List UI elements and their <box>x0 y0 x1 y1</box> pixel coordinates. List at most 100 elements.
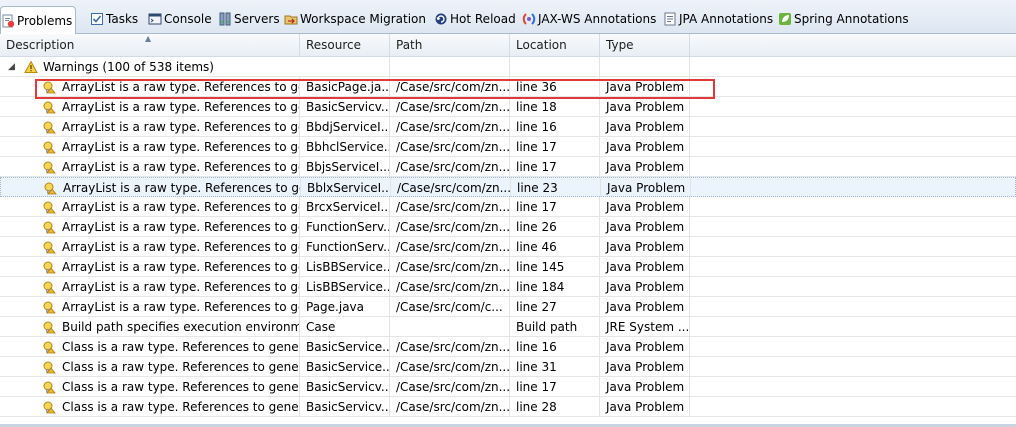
table-row[interactable]: ArrayList is a raw type. References to g… <box>0 157 1016 177</box>
type-cell: Java Problem <box>600 97 690 116</box>
warning-lightbulb-icon <box>42 400 56 414</box>
description-text: ArrayList is a raw type. References to g… <box>62 100 299 114</box>
description-text: ArrayList is a raw type. References to g… <box>62 280 299 294</box>
location-cell: line 17 <box>510 377 600 396</box>
workspace-migration-icon <box>284 12 298 26</box>
tab-jpa-annotations[interactable]: JPA Annotations <box>663 8 773 30</box>
location-cell: line 31 <box>510 357 600 376</box>
description-cell: ArrayList is a raw type. References to g… <box>0 217 300 236</box>
tab-label: Servers <box>234 12 280 26</box>
column-label: Path <box>396 38 423 52</box>
location-cell: line 145 <box>510 257 600 276</box>
column-header-path[interactable]: Path <box>390 34 510 56</box>
table-row[interactable]: ArrayList is a raw type. References to g… <box>0 277 1016 297</box>
view-tab-bar: Problems Tasks Console Servers Workspace… <box>0 0 1016 34</box>
table-row[interactable]: Class is a raw type. References to gener… <box>0 397 1016 417</box>
column-header-location[interactable]: Location <box>510 34 600 56</box>
type-cell: Java Problem <box>600 237 690 256</box>
path-cell: /Case/src/com/zn... <box>390 117 510 136</box>
resource-cell: BasicPage.ja... <box>300 77 390 96</box>
type-cell: Java Problem <box>600 377 690 396</box>
table-row[interactable]: Class is a raw type. References to gener… <box>0 357 1016 377</box>
resource-cell: BasicService... <box>300 357 390 376</box>
location-cell: line 184 <box>510 277 600 296</box>
table-row[interactable]: Class is a raw type. References to gener… <box>0 337 1016 357</box>
path-cell: /Case/src/com/zn... <box>390 257 510 276</box>
description-text: ArrayList is a raw type. References to g… <box>62 200 299 214</box>
expand-collapse-icon[interactable]: ◢ <box>8 57 15 77</box>
table-row[interactable]: ArrayList is a raw type. References to g… <box>0 217 1016 237</box>
type-cell: Java Problem <box>600 297 690 316</box>
type-cell: Java Problem <box>600 77 690 96</box>
description-text: ArrayList is a raw type. References to g… <box>62 260 299 274</box>
tab-label: Spring Annotations <box>794 12 909 26</box>
table-header: Description ▲ Resource Path Location Typ… <box>0 34 1016 57</box>
description-cell: Class is a raw type. References to gener… <box>0 377 300 396</box>
empty-cell <box>300 57 390 76</box>
path-cell <box>390 317 510 336</box>
tab-hot-reload[interactable]: Hot Reload <box>434 8 516 30</box>
description-text: ArrayList is a raw type. References to g… <box>62 120 299 134</box>
tab-jaxws-annotations[interactable]: JAX-WS Annotations <box>522 8 656 30</box>
description-cell: ArrayList is a raw type. References to g… <box>0 257 300 276</box>
type-cell: Java Problem <box>600 277 690 296</box>
table-row[interactable]: Class is a raw type. References to gener… <box>0 377 1016 397</box>
empty-cell <box>510 57 600 76</box>
column-header-type[interactable]: Type <box>600 34 690 56</box>
description-text: ArrayList is a raw type. References to g… <box>62 140 299 154</box>
table-row[interactable]: ArrayList is a raw type. References to g… <box>0 257 1016 277</box>
description-cell: ArrayList is a raw type. References to g… <box>0 197 300 216</box>
description-text: Class is a raw type. References to gener… <box>62 380 299 394</box>
table-row[interactable]: ArrayList is a raw type. References to g… <box>0 117 1016 137</box>
table-row[interactable]: ArrayList is a raw type. References to g… <box>0 137 1016 157</box>
table-row[interactable]: ArrayList is a raw type. References to g… <box>0 237 1016 257</box>
warning-lightbulb-icon <box>43 181 57 195</box>
problems-table: ◢ Warnings (100 of 538 items) ArrayList … <box>0 57 1016 427</box>
hot-reload-icon <box>434 12 448 26</box>
tab-console[interactable]: Console <box>148 8 212 30</box>
location-cell: line 26 <box>510 217 600 236</box>
location-cell: line 17 <box>510 137 600 156</box>
description-cell: ArrayList is a raw type. References to g… <box>0 297 300 316</box>
tab-spring-annotations[interactable]: Spring Annotations <box>778 8 909 30</box>
type-cell: Java Problem <box>600 217 690 236</box>
path-cell: /Case/src/com/zn... <box>390 357 510 376</box>
column-header-resource[interactable]: Resource <box>300 34 390 56</box>
description-cell: ArrayList is a raw type. References to g… <box>0 157 300 176</box>
column-label: Resource <box>306 38 362 52</box>
location-cell: line 27 <box>510 297 600 316</box>
tab-servers[interactable]: Servers <box>218 8 280 30</box>
jpa-icon <box>663 12 677 26</box>
table-row[interactable]: ArrayList is a raw type. References to g… <box>0 177 1016 197</box>
location-cell: line 36 <box>510 77 600 96</box>
empty-cell <box>600 57 690 76</box>
column-header-description[interactable]: Description ▲ <box>0 34 300 56</box>
path-cell: /Case/src/com/zn... <box>390 277 510 296</box>
tab-problems[interactable]: Problems <box>0 6 76 34</box>
tab-tasks[interactable]: Tasks <box>90 8 138 30</box>
tab-label: Problems <box>17 13 73 28</box>
resource-cell: BasicServicv... <box>300 377 390 396</box>
table-row[interactable]: ArrayList is a raw type. References to g… <box>0 77 1016 97</box>
path-cell: /Case/src/com/zn... <box>390 337 510 356</box>
resource-cell: LisBBService... <box>300 257 390 276</box>
table-row[interactable]: Build path specifies execution environme… <box>0 317 1016 337</box>
type-cell: Java Problem <box>600 137 690 156</box>
tab-workspace-migration[interactable]: Workspace Migration <box>284 8 426 30</box>
table-row[interactable]: ArrayList is a raw type. References to g… <box>0 97 1016 117</box>
empty-cell <box>390 57 510 76</box>
description-text: ArrayList is a raw type. References to g… <box>62 80 299 94</box>
path-cell: /Case/src/com/zn... <box>390 97 510 116</box>
group-row-warnings[interactable]: ◢ Warnings (100 of 538 items) <box>0 57 1016 77</box>
table-row[interactable]: ArrayList is a raw type. References to g… <box>0 297 1016 317</box>
location-cell: line 18 <box>510 97 600 116</box>
path-cell: /Case/src/com/zn... <box>390 157 510 176</box>
table-row[interactable]: ArrayList is a raw type. References to g… <box>0 197 1016 217</box>
warning-lightbulb-icon <box>42 340 56 354</box>
warning-lightbulb-icon <box>42 140 56 154</box>
location-cell: line 17 <box>510 157 600 176</box>
description-text: Build path specifies execution environme… <box>62 320 300 334</box>
sort-ascending-icon: ▲ <box>145 34 152 43</box>
description-text: ArrayList is a raw type. References to g… <box>62 220 299 234</box>
type-cell: Java Problem <box>601 178 691 197</box>
